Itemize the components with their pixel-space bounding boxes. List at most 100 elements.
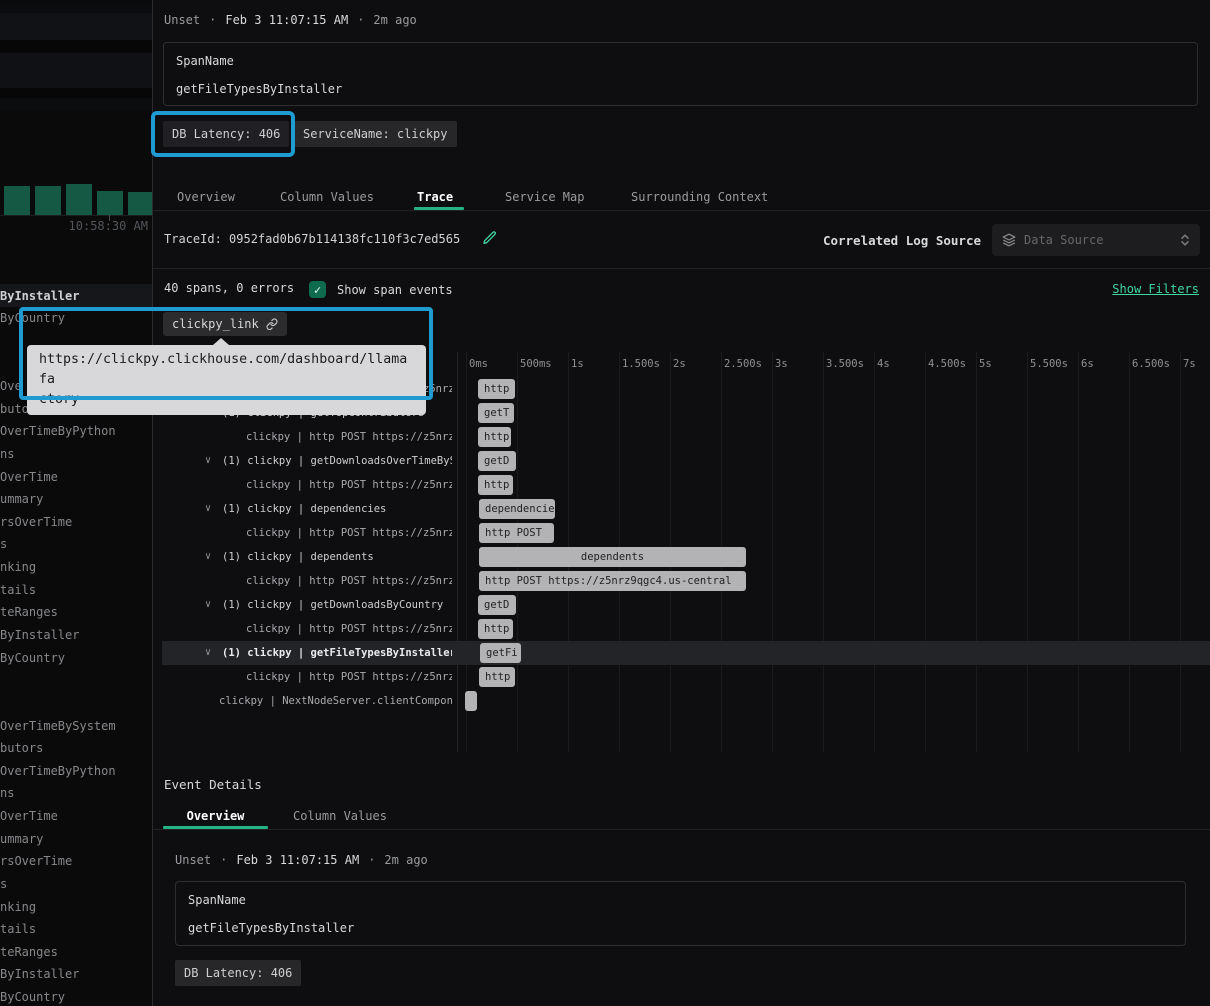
span-duration-bar[interactable]: http <box>478 379 515 399</box>
list-item[interactable]: ummary <box>0 488 152 511</box>
chevron-down-icon[interactable]: ∨ <box>205 593 211 617</box>
tab-column-values[interactable]: Column Values <box>280 186 374 216</box>
list-item[interactable]: ByInstaller <box>0 623 152 646</box>
list-item[interactable]: teRanges <box>0 940 152 963</box>
span-duration-bar[interactable]: getFi <box>480 643 521 663</box>
list-item[interactable]: rsOverTime <box>0 850 152 873</box>
span-name-label: SpanName <box>176 54 234 68</box>
span-name[interactable]: clickpy | NextNodeServer.clientCompone <box>219 689 452 713</box>
waterfall-axis-tick: 6s <box>1081 358 1094 370</box>
span-name[interactable]: clickpy | http POST https://z5nrz <box>246 569 452 593</box>
list-item[interactable]: OverTimeByPython <box>0 420 152 443</box>
histogram-bar <box>97 191 123 215</box>
span-duration-bar[interactable]: http POST https://z5nrz9qgc4.us-central <box>479 571 746 591</box>
span-name[interactable]: clickpy | http POST https://z5nrz <box>246 521 452 545</box>
data-source-placeholder: Data Source <box>1024 233 1172 247</box>
list-item[interactable]: teRanges <box>0 601 152 624</box>
list-item[interactable]: OverTimeBySystem <box>0 714 152 737</box>
span-duration-bar[interactable]: getD <box>478 595 516 615</box>
list-item[interactable]: ByInstaller <box>0 284 152 307</box>
histogram-bar <box>128 192 152 215</box>
list-item[interactable]: ns <box>0 442 152 465</box>
tab-surrounding-context[interactable]: Surrounding Context <box>631 186 768 216</box>
trace-span-row[interactable]: ∨ (1) clickpy | dependencies dependencies <box>152 497 1210 521</box>
db-latency-tag[interactable]: DB Latency: 406 <box>163 121 289 147</box>
span-name[interactable]: clickpy | http POST https://z5nrz <box>246 665 452 689</box>
chevron-down-icon[interactable]: ∨ <box>205 641 211 665</box>
trace-span-row[interactable]: ∨ (1) clickpy | getFileTypesByInstaller ge… <box>152 641 1210 665</box>
waterfall-axis-tick: 1s <box>571 358 584 370</box>
span-name[interactable]: (1) clickpy | dependencies <box>222 497 452 521</box>
active-tab-underline <box>414 207 464 210</box>
trace-span-row[interactable]: clickpy | http POST https://z5nrz http <box>152 617 1210 641</box>
trace-span-row[interactable]: clickpy | http POST https://z5nrz http PO… <box>152 569 1210 593</box>
list-item[interactable]: nking <box>0 895 152 918</box>
chevron-down-icon[interactable]: ∨ <box>205 545 211 569</box>
clickpy-link-button[interactable]: clickpy_link <box>163 312 287 336</box>
app-canvas: 10:58:30 AM ByInstallerByCountryOvebutor… <box>0 0 1210 1006</box>
tab-column-values[interactable]: Column Values <box>293 803 387 829</box>
trace-span-row[interactable]: clickpy | http POST https://z5nrz http <box>152 665 1210 689</box>
trace-span-row[interactable]: clickpy | http POST https://z5nrz http PO… <box>152 521 1210 545</box>
edit-trace-id-icon[interactable] <box>482 230 498 246</box>
db-latency-tag[interactable]: DB Latency: 406 <box>175 960 301 986</box>
list-item[interactable]: nking <box>0 556 152 579</box>
event-details-title: Event Details <box>164 777 262 792</box>
list-item[interactable]: ByCountry <box>0 307 152 330</box>
span-duration-bar[interactable]: http <box>478 427 511 447</box>
list-item[interactable]: OverTimeByPython <box>0 759 152 782</box>
service-name-tag[interactable]: ServiceName: clickpy <box>294 121 457 147</box>
span-name[interactable]: clickpy | http POST https://z5nrz <box>246 617 452 641</box>
trace-span-row[interactable]: ∨ (1) clickpy | dependents dependents <box>152 545 1210 569</box>
span-duration-bar[interactable]: dependents <box>479 547 746 567</box>
waterfall-axis-tick: 3s <box>775 358 788 370</box>
list-item[interactable]: ByCountry <box>0 646 152 669</box>
list-item[interactable]: s <box>0 872 152 895</box>
list-item[interactable]: ByInstaller <box>0 963 152 986</box>
tooltip-url-line2: ctory <box>39 392 79 407</box>
span-name[interactable]: (1) clickpy | getDownloadsByCountry <box>222 593 452 617</box>
span-name[interactable]: clickpy | http POST https://z5nrz <box>246 473 452 497</box>
trace-span-row[interactable]: clickpy | NextNodeServer.clientCompone <box>152 689 1210 713</box>
list-item[interactable]: butors <box>0 737 152 760</box>
trace-span-row[interactable]: ∨ (1) clickpy | getDownloadsByCountry getD <box>152 593 1210 617</box>
list-item[interactable]: tails <box>0 578 152 601</box>
span-duration-bar[interactable] <box>465 691 477 711</box>
list-item[interactable]: ns <box>0 782 152 805</box>
span-name[interactable]: (1) clickpy | dependents <box>222 545 452 569</box>
show-span-events-checkbox[interactable]: ✓ <box>309 281 326 298</box>
trace-span-row[interactable]: clickpy | http POST https://z5nrz http <box>152 473 1210 497</box>
event-details-span-name-panel: SpanName getFileTypesByInstaller <box>175 881 1186 946</box>
trace-span-row[interactable]: clickpy | http POST https://z5nrz http <box>152 425 1210 449</box>
list-item[interactable]: s <box>0 533 152 556</box>
show-filters-link[interactable]: Show Filters <box>1112 282 1199 296</box>
underlay-row <box>0 98 152 110</box>
tab-service-map[interactable]: Service Map <box>505 186 584 216</box>
span-name[interactable]: clickpy | http POST https://z5nrz <box>246 425 452 449</box>
list-item[interactable]: OverTime <box>0 805 152 828</box>
status-label: Unset <box>164 13 200 27</box>
span-duration-bar[interactable]: getT <box>478 403 514 423</box>
list-item[interactable]: rsOverTime <box>0 510 152 533</box>
list-item[interactable]: ByCountry <box>0 986 152 1006</box>
event-age: 2m ago <box>373 13 416 27</box>
span-duration-bar[interactable]: dependencies <box>479 499 555 519</box>
list-item[interactable]: ummary <box>0 827 152 850</box>
span-duration-bar[interactable]: getD <box>478 451 516 471</box>
trace-span-row[interactable]: ∨ (1) clickpy | getDownloadsOverTimeByS ge… <box>152 449 1210 473</box>
span-name[interactable]: (1) clickpy | getFileTypesByInstaller <box>222 641 452 665</box>
correlated-log-source-label: Correlated Log Source <box>823 233 981 248</box>
data-source-select[interactable]: Data Source <box>992 224 1200 256</box>
span-duration-bar[interactable]: http <box>478 475 513 495</box>
tab-overview[interactable]: Overview <box>177 186 235 216</box>
list-item[interactable]: tails <box>0 918 152 941</box>
span-duration-bar[interactable]: http <box>478 619 513 639</box>
span-duration-bar[interactable]: http POST <box>479 523 554 543</box>
tab-trace[interactable]: Trace <box>417 186 453 216</box>
span-duration-bar[interactable]: http <box>479 667 515 687</box>
span-name[interactable]: (1) clickpy | getDownloadsOverTimeByS <box>222 449 452 473</box>
event-details-tabs-divider <box>153 829 1210 830</box>
list-item[interactable]: OverTime <box>0 465 152 488</box>
chevron-down-icon[interactable]: ∨ <box>205 449 211 473</box>
chevron-down-icon[interactable]: ∨ <box>205 497 211 521</box>
